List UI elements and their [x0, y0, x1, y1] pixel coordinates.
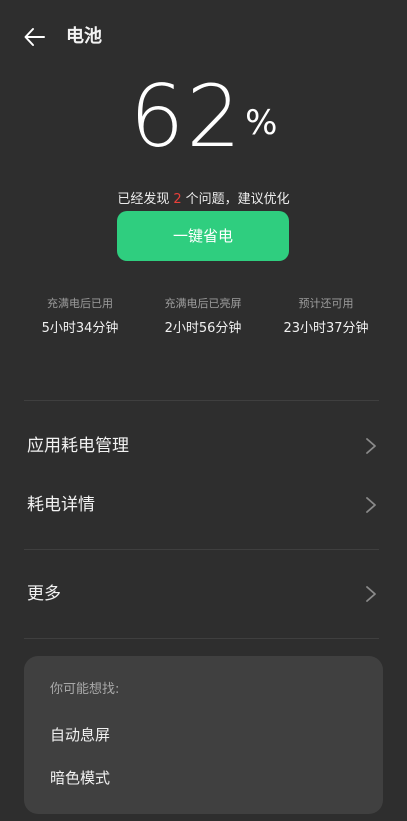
menu-item-app-power-management[interactable]: 应用耗电管理 [0, 418, 407, 474]
stat-label: 充满电后已用 [47, 297, 113, 310]
battery-percent-sign: % [245, 103, 278, 143]
divider [24, 400, 379, 401]
chevron-right-icon [366, 586, 376, 602]
menu-item-label: 更多 [27, 584, 61, 604]
divider [24, 638, 379, 639]
stat-value: 23小时37分钟 [283, 321, 369, 336]
suggestions-title: 你可能想找: [50, 682, 120, 697]
stat-label: 充满电后已亮屏 [164, 297, 242, 310]
stat-used-since-full: 充满电后已用 5小时34分钟 [15, 296, 145, 338]
arrow-left-icon [24, 28, 45, 46]
issue-prefix: 已经发现 [117, 192, 170, 207]
menu-item-more[interactable]: 更多 [0, 566, 407, 622]
chevron-right-icon [366, 497, 376, 513]
battery-percent-display: 62% [0, 62, 407, 172]
menu-item-label: 耗电详情 [27, 495, 95, 515]
suggestions-card: 你可能想找: 自动息屏 暗色模式 [24, 656, 383, 814]
stat-value: 5小时34分钟 [41, 321, 119, 336]
chevron-right-icon [366, 438, 376, 454]
battery-percent-value: 62 [129, 67, 244, 167]
back-button[interactable] [22, 24, 48, 50]
usage-stats: 充满电后已用 5小时34分钟 充满电后已亮屏 2小时56分钟 预计还可用 23小… [0, 296, 407, 346]
suggestion-auto-screen-off[interactable]: 自动息屏 [50, 724, 110, 746]
one-click-save-button[interactable]: 一键省电 [117, 211, 289, 261]
menu-item-label: 应用耗电管理 [27, 436, 129, 456]
issue-count: 2 [173, 192, 182, 207]
suggestion-dark-mode[interactable]: 暗色模式 [50, 767, 110, 789]
divider [24, 549, 379, 550]
page-title: 电池 [66, 26, 102, 47]
stat-screen-on-since-full: 充满电后已亮屏 2小时56分钟 [138, 296, 268, 338]
menu-item-power-details[interactable]: 耗电详情 [0, 477, 407, 533]
stat-value: 2小时56分钟 [164, 321, 242, 336]
issue-summary: 已经发现 2 个问题，建议优化 [0, 191, 407, 209]
stat-remaining-estimate: 预计还可用 23小时37分钟 [261, 296, 391, 338]
issue-suffix: 个问题，建议优化 [185, 192, 290, 207]
stat-label: 预计还可用 [298, 297, 354, 310]
